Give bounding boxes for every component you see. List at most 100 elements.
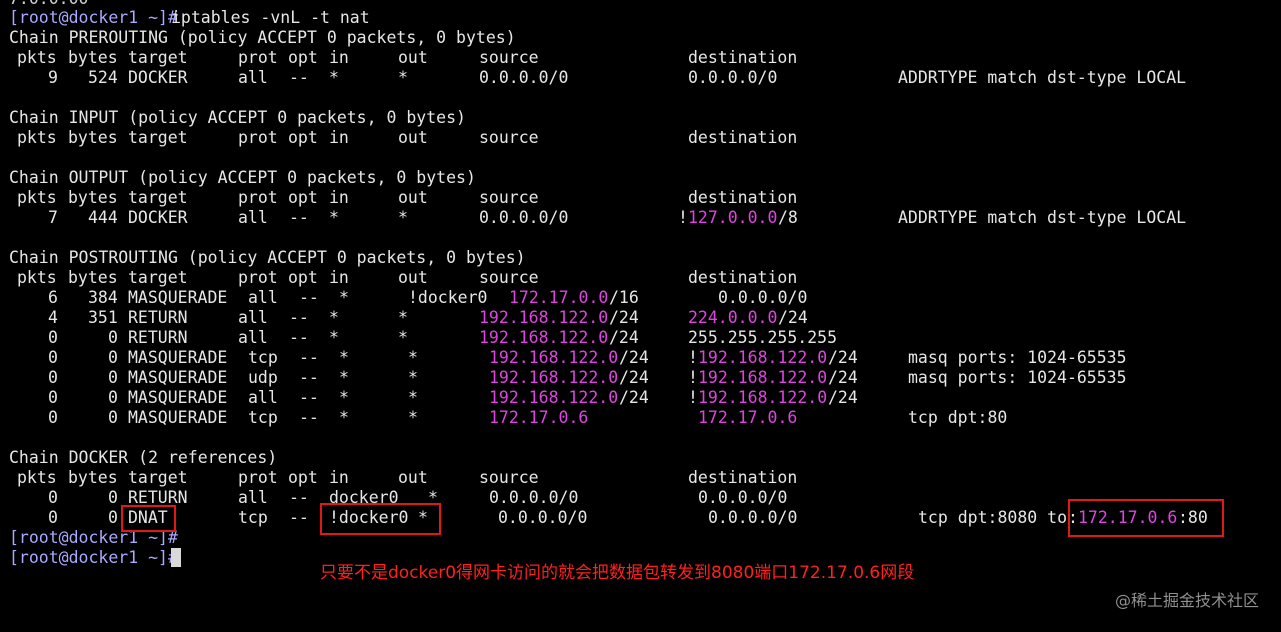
cell-opt: -- bbox=[299, 368, 319, 387]
header-out: out bbox=[398, 268, 428, 287]
cell-source-mask: /24 bbox=[609, 328, 639, 347]
cell-source-mask: /16 bbox=[609, 288, 639, 307]
chain-postrouting-title: Chain POSTROUTING (policy ACCEPT 0 packe… bbox=[9, 248, 526, 268]
header-source: source bbox=[479, 188, 539, 207]
cell-prot: all bbox=[238, 328, 268, 347]
header-bytes: bytes bbox=[68, 48, 118, 67]
table-row: 0 0 DNAT tcp -- !docker0 * 0.0.0.0/0 0.0… bbox=[9, 508, 1208, 528]
cell-out: * bbox=[408, 368, 418, 387]
cell-bytes: 0 bbox=[108, 328, 118, 347]
cell-source-mask: /24 bbox=[619, 388, 649, 407]
terminal-window[interactable]: 7.0.0.00 [root@docker1 ~]# iptables -vnL… bbox=[0, 0, 1281, 632]
cell-pkts: 0 bbox=[48, 368, 58, 387]
cell-destination: 255.255.255.255 bbox=[688, 328, 838, 347]
cell-in: * bbox=[329, 208, 339, 227]
cell-in: * bbox=[329, 68, 339, 87]
cell-opt: -- bbox=[299, 388, 319, 407]
header-opt: opt bbox=[288, 468, 318, 487]
cell-dest-mask: /24 bbox=[828, 388, 858, 407]
table-row: 0 0 MASQUERADE tcp -- * * 172.17.0.6 172… bbox=[9, 408, 1007, 428]
chain-title: Chain POSTROUTING (policy ACCEPT 0 packe… bbox=[9, 248, 526, 267]
header-source: source bbox=[479, 48, 539, 67]
header-target: target bbox=[128, 48, 188, 67]
cell-destination: 192.168.122.0 bbox=[698, 348, 828, 367]
cell-prot: tcp bbox=[248, 408, 278, 427]
cell-source: 192.168.122.0 bbox=[489, 368, 619, 387]
cell-out: !docker0 bbox=[408, 288, 488, 307]
header-destination: destination bbox=[688, 48, 798, 67]
cell-extra: tcp dpt:80 bbox=[908, 408, 1008, 427]
header-prot: prot bbox=[238, 128, 278, 147]
cell-out: * bbox=[398, 328, 408, 347]
cell-in: * bbox=[339, 388, 349, 407]
cell-prot: all bbox=[248, 288, 278, 307]
header-in: in bbox=[329, 188, 349, 207]
cell-pkts: 0 bbox=[48, 508, 58, 527]
cell-extra: tcp dpt:8080 to bbox=[918, 508, 1068, 527]
cell-pkts: 7 bbox=[48, 208, 58, 227]
cell-bytes: 0 bbox=[108, 508, 118, 527]
header-out: out bbox=[398, 188, 428, 207]
cell-target: MASQUERADE bbox=[128, 288, 228, 307]
header-pkts: pkts bbox=[17, 48, 57, 67]
cell-prot: all bbox=[238, 488, 268, 507]
header-opt: opt bbox=[288, 48, 318, 67]
cell-source: 172.17.0.0 bbox=[509, 288, 609, 307]
header-destination: destination bbox=[688, 468, 798, 487]
cell-bytes: 524 bbox=[88, 68, 118, 87]
cell-prot: tcp bbox=[238, 508, 268, 527]
cell-out: * bbox=[408, 348, 418, 367]
cell-in: * bbox=[329, 328, 339, 347]
chain-docker-title: Chain DOCKER (2 references) bbox=[9, 448, 277, 468]
cell-prot: all bbox=[238, 68, 268, 87]
highlight-box-interface bbox=[320, 503, 441, 535]
header-pkts: pkts bbox=[17, 128, 57, 147]
chain-output-title: Chain OUTPUT (policy ACCEPT 0 packets, 0… bbox=[9, 168, 476, 188]
prompt-line-active[interactable]: [root@docker1 ~]# bbox=[9, 548, 178, 568]
table-row: 7 444 DOCKER all -- * * 0.0.0.0/0 ! 127.… bbox=[9, 208, 1186, 228]
cell-bytes: 384 bbox=[88, 288, 118, 307]
cell-opt: -- bbox=[299, 348, 319, 367]
table-row: 6 384 MASQUERADE all -- * !docker0 172.1… bbox=[9, 288, 807, 308]
cell-pkts: 9 bbox=[48, 68, 58, 87]
header-source: source bbox=[479, 128, 539, 147]
header-opt: opt bbox=[288, 188, 318, 207]
header-prot: prot bbox=[238, 268, 278, 287]
cell-extra: masq ports: 1024-65535 bbox=[908, 348, 1127, 367]
chain-title: Chain OUTPUT (policy ACCEPT 0 packets, 0… bbox=[9, 168, 476, 187]
header-opt: opt bbox=[288, 128, 318, 147]
header-out: out bbox=[398, 48, 428, 67]
header-pkts: pkts bbox=[17, 268, 57, 287]
cell-pkts: 0 bbox=[48, 348, 58, 367]
table-row: 4 351 RETURN all -- * * 192.168.122.0 /2… bbox=[9, 308, 808, 328]
table-header: pkts bytes target prot opt in out source… bbox=[9, 48, 797, 68]
cell-opt: -- bbox=[289, 328, 309, 347]
chain-input-title: Chain INPUT (policy ACCEPT 0 packets, 0 … bbox=[9, 108, 466, 128]
table-row: 9 524 DOCKER all -- * * 0.0.0.0/0 0.0.0.… bbox=[9, 68, 1186, 88]
cell-source: 0.0.0.0/0 bbox=[498, 508, 588, 527]
header-prot: prot bbox=[238, 48, 278, 67]
cell-destination: 0.0.0.0/0 bbox=[698, 488, 788, 507]
cell-destination: 192.168.122.0 bbox=[698, 388, 828, 407]
cell-bytes: 0 bbox=[108, 348, 118, 367]
cell-in: * bbox=[339, 348, 349, 367]
cell-source: 192.168.122.0 bbox=[489, 348, 619, 367]
cell-pkts: 6 bbox=[48, 288, 58, 307]
cell-destination: 192.168.122.0 bbox=[698, 368, 828, 387]
cell-target: RETURN bbox=[128, 328, 188, 347]
cell-extra: ADDRTYPE match dst-type LOCAL bbox=[898, 68, 1187, 87]
cell-destination: 0.0.0.0/0 bbox=[688, 68, 778, 87]
cell-pkts: 0 bbox=[48, 488, 58, 507]
cell-target: DOCKER bbox=[128, 208, 188, 227]
cell-prot: all bbox=[248, 388, 278, 407]
cell-bytes: 0 bbox=[108, 488, 118, 507]
cell-target: MASQUERADE bbox=[128, 388, 228, 407]
header-in: in bbox=[329, 128, 349, 147]
cell-pkts: 0 bbox=[48, 388, 58, 407]
header-target: target bbox=[128, 268, 188, 287]
highlight-box-target bbox=[121, 505, 176, 532]
cell-extra: masq ports: 1024-65535 bbox=[908, 368, 1127, 387]
header-prot: prot bbox=[238, 188, 278, 207]
header-destination: destination bbox=[688, 268, 798, 287]
cell-dest-mask: /24 bbox=[828, 348, 858, 367]
